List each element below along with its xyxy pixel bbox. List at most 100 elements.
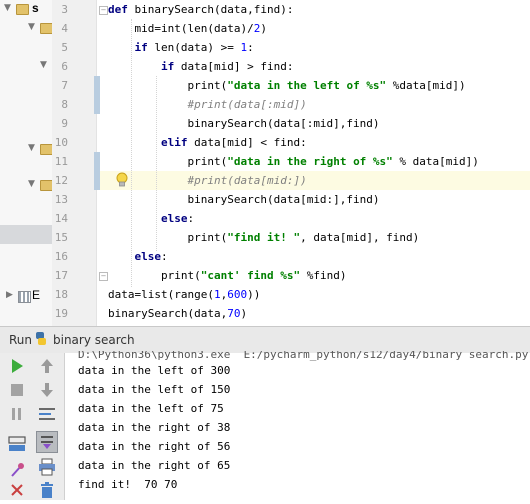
- arrow-up-icon[interactable]: [36, 356, 58, 376]
- console-line: data in the right of 56: [78, 440, 231, 453]
- soft-wrap-icon[interactable]: [36, 404, 58, 424]
- token: binarySearch(data[:mid],find): [187, 117, 380, 130]
- token-cmt: #print(data[:mid]): [187, 98, 307, 111]
- console-line: data in the left of 300: [78, 364, 231, 377]
- code-line[interactable]: if len(data) >= 1:: [108, 38, 254, 57]
- code-line[interactable]: binarySearch(data[:mid],find): [108, 114, 380, 133]
- token: binarySearch(data[mid:],find): [187, 193, 380, 206]
- token: data[mid] < find:: [194, 136, 307, 149]
- code-line[interactable]: if data[mid] > find:: [108, 57, 293, 76]
- indent-guide: [131, 19, 132, 287]
- console-line: data in the right of 38: [78, 421, 231, 434]
- run-tool-window-header: Run binary search: [0, 326, 530, 354]
- token: %data[mid]): [386, 79, 466, 92]
- token: )): [247, 288, 261, 301]
- token-num: 70: [227, 307, 241, 320]
- token: binarySearch(data,: [108, 307, 228, 320]
- code-line[interactable]: print("data in the left of %s" %data[mid…: [108, 76, 466, 95]
- collapse-icon[interactable]: ▼: [28, 22, 35, 32]
- library-icon: [18, 291, 31, 303]
- line-number: 6: [61, 60, 68, 73]
- line-number: 13: [54, 193, 68, 206]
- token-kw: if: [134, 41, 155, 54]
- change-marker[interactable]: [94, 76, 100, 114]
- token: %find): [300, 269, 347, 282]
- rerun-icon[interactable]: [6, 356, 28, 376]
- token: ): [260, 22, 267, 35]
- line-number: 12: [54, 174, 68, 187]
- expand-icon[interactable]: ▶: [6, 290, 13, 300]
- console-line: data in the right of 65: [78, 459, 231, 472]
- tree-row[interactable]: ▼: [0, 140, 53, 159]
- stop-icon[interactable]: [6, 380, 28, 400]
- collapse-icon[interactable]: ▼: [28, 179, 35, 189]
- line-number: 18: [54, 288, 68, 301]
- run-toolbar: [0, 353, 65, 500]
- fold-marker-icon[interactable]: −: [99, 6, 108, 15]
- code-line[interactable]: #print(data[:mid]): [108, 95, 307, 114]
- change-marker[interactable]: [94, 152, 100, 190]
- code-line[interactable]: print("find it! ", data[mid], find): [108, 228, 419, 247]
- trash-icon[interactable]: [36, 480, 58, 500]
- line-number: 19: [54, 307, 68, 320]
- arrow-down-icon[interactable]: [36, 380, 58, 400]
- line-number: 5: [61, 41, 68, 54]
- token: print(: [160, 269, 201, 282]
- token-str: "data in the right of %s": [227, 155, 393, 168]
- code-line[interactable]: def binarySearch(data,find):: [108, 0, 293, 19]
- token: data[mid] > find:: [180, 60, 294, 73]
- indent-guide: [156, 76, 157, 251]
- line-number: 3: [61, 3, 68, 16]
- code-line[interactable]: #print(data[mid:]): [108, 171, 306, 190]
- fold-marker-icon[interactable]: −: [99, 272, 108, 281]
- scroll-to-end-icon[interactable]: [36, 431, 58, 453]
- pause-icon[interactable]: [6, 404, 28, 424]
- close-icon[interactable]: [6, 480, 28, 500]
- code-line[interactable]: binarySearch(data[mid:],find): [108, 190, 380, 209]
- collapse-icon[interactable]: ▼: [28, 143, 35, 153]
- token: print(: [187, 231, 228, 244]
- token-kw: else: [134, 250, 162, 263]
- token: print(: [187, 79, 228, 92]
- print-icon[interactable]: [36, 457, 58, 477]
- token-kw: if: [160, 60, 181, 73]
- line-number: 9: [61, 117, 68, 130]
- token: print(: [187, 155, 228, 168]
- line-number: 16: [54, 250, 68, 263]
- code-line[interactable]: else:: [108, 209, 194, 228]
- token: binarySearch(data,find):: [134, 3, 294, 16]
- line-number: 17: [54, 269, 68, 282]
- token-str: "find it! ": [227, 231, 301, 244]
- layout-icon[interactable]: [6, 434, 28, 454]
- tree-row[interactable]: ▼: [0, 19, 53, 38]
- token-num: 600: [227, 288, 248, 301]
- code-line[interactable]: elif data[mid] < find:: [108, 133, 307, 152]
- tree-selected-row[interactable]: [0, 225, 52, 244]
- line-number: 4: [61, 22, 68, 35]
- line-number: 15: [54, 231, 68, 244]
- code-line[interactable]: data=list(range(1,600)): [108, 285, 260, 304]
- token-str: "cant' find %s": [200, 269, 301, 282]
- code-line[interactable]: binarySearch(data,70): [108, 304, 247, 323]
- token: :: [247, 41, 254, 54]
- token: :: [187, 212, 195, 225]
- run-config-name[interactable]: binary search: [53, 333, 135, 347]
- collapse-icon[interactable]: ▼: [4, 3, 11, 13]
- tree-item-label: s: [32, 1, 39, 15]
- token: len(data) >=: [154, 41, 241, 54]
- code-line[interactable]: print("cant' find %s" %find): [108, 266, 346, 285]
- token: % data[mid]): [392, 155, 479, 168]
- collapse-icon[interactable]: ▼: [40, 60, 47, 70]
- code-line[interactable]: print("data in the right of %s" % data[m…: [108, 152, 479, 171]
- lightbulb-icon[interactable]: [116, 172, 128, 188]
- pin-icon[interactable]: [6, 460, 28, 480]
- token-kw: def: [108, 3, 135, 16]
- tree-row-top[interactable]: ▼ s: [0, 0, 52, 19]
- console-line: data in the left of 75: [78, 402, 224, 415]
- tree-row[interactable]: ▼: [0, 57, 52, 76]
- line-number: 14: [54, 212, 68, 225]
- tree-row[interactable]: ▼: [0, 176, 53, 195]
- run-tab-label[interactable]: Run: [9, 333, 32, 347]
- tree-row-bottom[interactable]: ▶ E: [0, 287, 52, 306]
- code-line[interactable]: else:: [108, 247, 168, 266]
